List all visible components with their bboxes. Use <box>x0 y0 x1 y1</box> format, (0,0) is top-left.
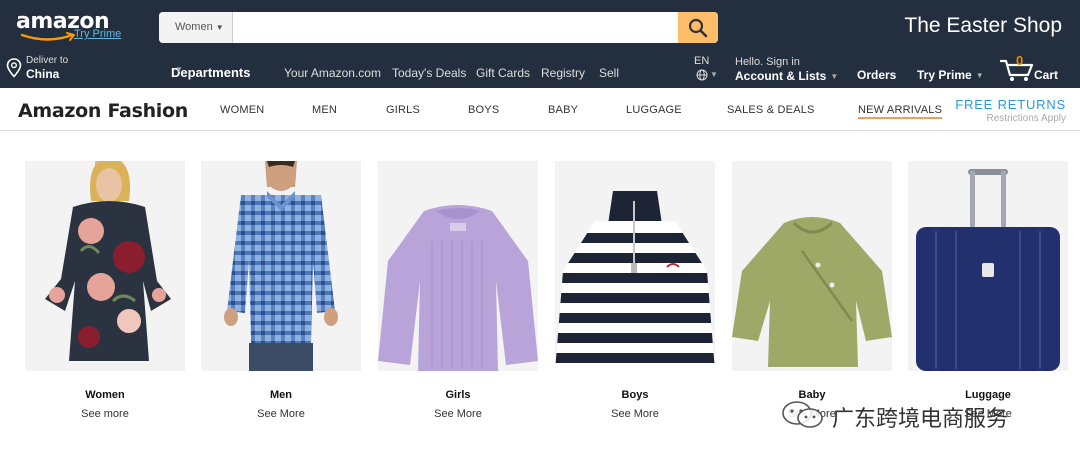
account-menu[interactable]: Hello. Sign in Account & Lists ▼ <box>735 56 838 83</box>
account-lists-label: Account & Lists <box>735 69 827 83</box>
subnav-men[interactable]: MEN <box>312 104 337 116</box>
cart-label: Cart <box>1034 68 1059 82</box>
fashion-title[interactable]: Amazon Fashion <box>18 100 188 122</box>
orders-link[interactable]: Orders <box>857 68 896 82</box>
subnav-baby[interactable]: BABY <box>548 104 578 116</box>
easter-shop-promo[interactable]: The Easter Shop <box>904 14 1062 38</box>
amazon-logo[interactable]: amazon Try Prime <box>16 10 126 44</box>
floral-dress-image <box>25 161 185 371</box>
nav-link-sell[interactable]: Sell <box>599 66 619 80</box>
language-selector[interactable]: EN ▼ <box>694 55 718 81</box>
language-code: EN <box>694 55 710 67</box>
plaid-shirt-image <box>201 161 361 371</box>
search-bar: Women ▼ <box>159 12 718 43</box>
blue-suitcase-image <box>908 161 1068 371</box>
search-icon <box>688 18 708 37</box>
see-more-link[interactable]: See More <box>555 408 715 420</box>
nav-link-your-amazon[interactable]: Your Amazon.com <box>284 66 381 80</box>
subnav-sales-deals[interactable]: SALES & DEALS <box>727 104 815 116</box>
free-returns-banner[interactable]: FREE RETURNS Restrictions Apply <box>955 97 1066 124</box>
try-prime-link[interactable]: Try Prime <box>74 28 121 40</box>
search-category-dropdown[interactable]: Women ▼ <box>159 12 233 43</box>
free-returns-title: FREE RETURNS <box>955 97 1066 112</box>
plaid-shirt-illustration <box>224 161 338 371</box>
try-prime-label: Try Prime <box>917 68 972 82</box>
wechat-icon <box>782 401 823 428</box>
try-prime-menu[interactable]: Try Prime ▼ <box>917 68 984 82</box>
free-returns-note: Restrictions Apply <box>986 113 1066 124</box>
top-navigation-bar: amazon Try Prime Women ▼ The Easter Shop … <box>0 0 1080 88</box>
striped-sweater-image <box>555 161 715 371</box>
striped-sweater-illustration <box>555 191 715 371</box>
fashion-subnav: Amazon Fashion WOMEN MEN GIRLS BOYS BABY… <box>0 88 1080 131</box>
globe-icon <box>696 69 708 81</box>
watermark-text: 广东跨境电商服务 <box>832 407 1009 432</box>
caret-down-icon: ▼ <box>830 72 839 82</box>
nav-link-gift-cards[interactable]: Gift Cards <box>476 66 530 80</box>
blue-suitcase-illustration <box>916 169 1060 371</box>
category-name: Men <box>270 389 292 401</box>
search-input[interactable] <box>233 12 678 43</box>
subnav-girls[interactable]: GIRLS <box>386 104 420 116</box>
category-card-men[interactable]: Men See More <box>201 161 361 421</box>
see-more-link[interactable]: See More <box>201 408 361 420</box>
search-button[interactable] <box>678 12 718 43</box>
category-name: Boys <box>621 389 649 401</box>
deliver-country: China <box>26 67 60 81</box>
category-card-women[interactable]: Women See more <box>25 161 185 421</box>
nav-link-todays-deals[interactable]: Today's Deals <box>392 66 466 80</box>
category-name: Women <box>85 389 125 401</box>
category-card-baby[interactable]: Baby See More <box>732 161 892 421</box>
cart-count: 0 <box>1016 53 1024 68</box>
nav-link-registry[interactable]: Registry <box>541 66 585 80</box>
lavender-sweater-image <box>378 161 538 371</box>
subnav-women[interactable]: WOMEN <box>220 104 264 116</box>
search-category-label: Women <box>175 21 213 33</box>
subnav-new-arrivals[interactable]: NEW ARRIVALS <box>858 104 943 119</box>
deliver-label: Deliver to <box>26 55 69 66</box>
see-more-link[interactable]: See More <box>378 408 538 420</box>
account-greeting: Hello. Sign in <box>735 56 800 68</box>
cart-button[interactable]: 0 Cart <box>1000 53 1080 84</box>
caret-down-icon: ▼ <box>975 71 984 81</box>
wechat-watermark: 广东跨境电商服务 <box>780 398 1070 432</box>
floral-dress-illustration <box>45 161 171 361</box>
category-name: Girls <box>445 389 471 401</box>
subnav-luggage[interactable]: LUGGAGE <box>626 104 682 116</box>
lavender-sweater-illustration <box>378 205 538 371</box>
smile-arrow-icon <box>20 32 75 41</box>
category-card-girls[interactable]: Girls See More <box>378 161 538 421</box>
subnav-boys[interactable]: BOYS <box>468 104 499 116</box>
caret-down-icon: ▼ <box>710 70 718 79</box>
caret-down-icon: ▼ <box>215 23 224 32</box>
category-card-boys[interactable]: Boys See More <box>555 161 715 421</box>
see-more-link[interactable]: See more <box>25 408 185 420</box>
category-card-luggage[interactable]: Luggage See More <box>908 161 1068 421</box>
green-baby-top-illustration <box>732 217 892 367</box>
green-baby-top-image <box>732 161 892 371</box>
location-pin-icon <box>6 58 22 78</box>
caret-down-icon: ▼ <box>175 65 183 74</box>
